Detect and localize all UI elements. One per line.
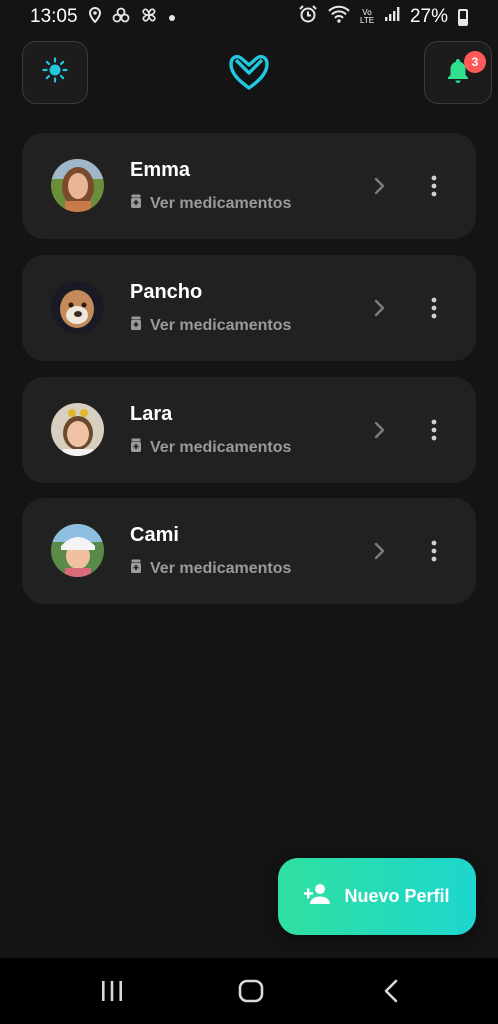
notification-count-badge: 3 [464, 51, 486, 73]
avatar [51, 281, 104, 334]
avatar [51, 159, 104, 212]
app-logo [228, 52, 270, 92]
dot-icon [168, 9, 176, 26]
more-vertical-icon[interactable] [427, 175, 441, 197]
chevron-right-icon[interactable] [372, 541, 386, 561]
more-vertical-icon[interactable] [427, 419, 441, 441]
view-medications-link[interactable]: Ver medicamentos [130, 559, 291, 578]
volte-label: Vo LTE [359, 8, 375, 25]
status-bar: 13:05 Vo LTE 27% [0, 0, 498, 34]
link-icon [112, 7, 130, 27]
battery-icon [458, 8, 468, 26]
new-profile-button[interactable]: Nuevo Perfil [278, 858, 476, 935]
profile-card[interactable]: Pancho Ver medicamentos [22, 255, 476, 361]
recent-apps-button[interactable] [98, 976, 126, 1006]
status-time: 13:05 [30, 6, 78, 27]
more-vertical-icon[interactable] [427, 540, 441, 562]
more-vertical-icon[interactable] [427, 297, 441, 319]
signal-icon [384, 6, 400, 28]
wifi-icon [328, 5, 350, 29]
profile-name: Lara [130, 403, 173, 425]
view-medications-label: Ver medicamentos [150, 316, 292, 334]
avatar [51, 524, 104, 577]
back-button[interactable] [380, 976, 402, 1006]
avatar [51, 403, 104, 456]
profile-name: Emma [130, 159, 191, 181]
alarm-icon [298, 4, 318, 30]
location-icon [88, 6, 102, 27]
pinwheel-icon [140, 6, 158, 28]
view-medications-link[interactable]: Ver medicamentos [130, 194, 291, 213]
theme-toggle-button[interactable] [22, 41, 88, 104]
view-medications-label: Ver medicamentos [150, 438, 292, 456]
view-medications-link[interactable]: Ver medicamentos [130, 316, 291, 335]
notifications-button[interactable]: 3 [424, 41, 492, 104]
profile-name: Cami [130, 524, 179, 546]
view-medications-label: Ver medicamentos [150, 559, 292, 577]
system-nav-bar [0, 958, 498, 1024]
chevron-right-icon[interactable] [372, 298, 386, 318]
status-right: Vo LTE 27% [298, 4, 468, 30]
chevron-right-icon[interactable] [372, 420, 386, 440]
home-button[interactable] [237, 976, 265, 1006]
pill-bottle-icon [130, 194, 142, 213]
status-left: 13:05 [30, 6, 176, 28]
pill-bottle-icon [130, 316, 142, 335]
profile-card[interactable]: Cami Ver medicamentos [22, 498, 476, 604]
view-medications-link[interactable]: Ver medicamentos [130, 438, 291, 457]
chevron-right-icon[interactable] [372, 176, 386, 196]
battery-percent: 27% [409, 6, 448, 27]
profile-card[interactable]: Emma Ver medicamentos [22, 133, 476, 239]
profile-card[interactable]: Lara Ver medicamentos [22, 377, 476, 483]
view-medications-label: Ver medicamentos [150, 194, 292, 212]
app-screen: 13:05 Vo LTE 27% 3 Emma Ver medicamentos… [0, 0, 498, 1024]
pill-bottle-icon [130, 559, 142, 578]
profile-name: Pancho [130, 281, 203, 303]
pill-bottle-icon [130, 438, 142, 457]
new-profile-label: Nuevo Perfil [344, 886, 450, 906]
sun-icon [42, 57, 68, 88]
person-add-icon [303, 883, 332, 910]
